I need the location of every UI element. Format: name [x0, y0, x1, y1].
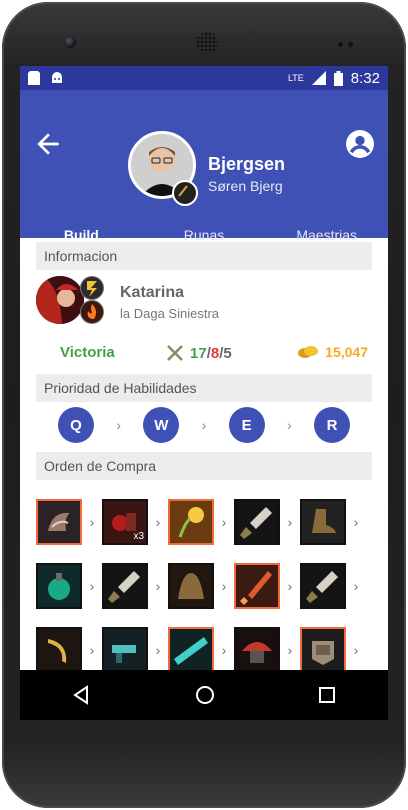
home-nav-icon[interactable] — [195, 685, 215, 705]
earpiece-speaker — [196, 32, 218, 54]
chevron-right-icon: › — [89, 514, 95, 530]
match-result: Victoria — [60, 344, 115, 361]
skill-r: R — [313, 407, 350, 443]
chevron-right-icon: › — [155, 642, 161, 658]
chevron-right-icon: › — [353, 514, 359, 530]
skill-w: W — [143, 407, 180, 443]
chevron-right-icon: › — [221, 642, 227, 658]
boots-icon[interactable] — [300, 499, 346, 545]
chevron-right-icon: › — [89, 642, 95, 658]
player-real-name: Søren Bjerg — [208, 178, 283, 194]
champion-name: Katarina — [120, 284, 185, 301]
chevron-right-icon: › — [286, 417, 292, 433]
app-screen: LTE 8:32 Bjergsen Søren Bjerg Build Runa… — [20, 66, 388, 720]
back-nav-icon[interactable] — [72, 685, 92, 705]
dagger-icon[interactable] — [36, 627, 82, 673]
kills: 17 — [190, 344, 207, 362]
sensor-dot — [348, 42, 353, 47]
build-content: Informacion Katarina la Daga Siniestra V… — [20, 238, 388, 720]
chevron-right-icon: › — [155, 514, 161, 530]
skill-q: Q — [58, 407, 94, 443]
chevron-right-icon: › — [155, 578, 161, 594]
status-bar: LTE 8:32 — [20, 66, 388, 90]
gold-earned: 15,047 — [297, 344, 368, 360]
pistol-icon[interactable] — [102, 627, 148, 673]
account-icon[interactable] — [346, 130, 374, 158]
seed-item-icon[interactable] — [168, 499, 214, 545]
chevron-right-icon: › — [201, 417, 207, 433]
ignite-spell-icon — [80, 300, 104, 324]
kda-score: 17/8/5 — [166, 344, 232, 362]
green-potion-icon[interactable] — [36, 563, 82, 609]
chevron-right-icon: › — [353, 578, 359, 594]
chevron-right-icon: › — [221, 578, 227, 594]
chevron-right-icon: › — [287, 642, 293, 658]
system-navigation — [20, 670, 388, 720]
skill-order: Q › W › E › R — [20, 402, 388, 448]
skill-e: E — [228, 407, 265, 443]
crossed-swords-icon — [167, 345, 183, 361]
assists: 5 — [223, 344, 232, 362]
signal-icon — [311, 71, 326, 85]
sd-card-icon — [28, 71, 40, 85]
armor-icon[interactable] — [300, 627, 346, 673]
player-name: Bjergsen — [208, 154, 286, 174]
summoner-spell-icon — [80, 276, 104, 300]
android-icon — [52, 72, 62, 83]
recents-nav-icon[interactable] — [318, 686, 336, 704]
section-header-skills: Prioridad de Habilidades — [36, 374, 372, 402]
crimson-blade-icon[interactable] — [234, 563, 280, 609]
chevron-right-icon: › — [116, 417, 121, 433]
gold-value: 15,047 — [325, 344, 368, 360]
deaths: 8 — [210, 344, 220, 362]
long-sword-icon[interactable] — [102, 563, 148, 609]
item-quantity: x3 — [133, 531, 144, 542]
item-row: › › › › › — [36, 554, 388, 618]
match-stats: Victoria 17/8/5 15,047 — [20, 340, 388, 370]
chevron-right-icon: › — [89, 578, 95, 594]
red-hat-icon[interactable] — [234, 627, 280, 673]
item-build-grid: › x3 › › › › › › › › › › › › › › — [20, 480, 388, 682]
potion-pack-icon[interactable]: x3 — [102, 499, 148, 545]
back-arrow-icon[interactable] — [32, 128, 64, 160]
section-header-info: Informacion — [36, 242, 372, 270]
chevron-right-icon: › — [287, 514, 293, 530]
helm-item-icon[interactable] — [36, 499, 82, 545]
battery-icon — [333, 70, 343, 86]
gold-coins-icon — [298, 346, 319, 358]
network-type: LTE — [287, 73, 304, 83]
cloak-icon[interactable] — [168, 563, 214, 609]
long-sword-icon[interactable] — [300, 563, 346, 609]
chevron-right-icon: › — [353, 642, 359, 658]
clock: 8:32 — [350, 69, 380, 87]
app-bar: Bjergsen Søren Bjerg Build Runas Maestri… — [20, 90, 388, 258]
chevron-right-icon: › — [221, 514, 227, 530]
champion-title: la Daga Siniestra — [120, 306, 219, 321]
section-header-items: Orden de Compra — [36, 452, 372, 480]
champion-card: Katarina la Daga Siniestra — [20, 270, 388, 340]
front-camera — [64, 36, 76, 48]
long-sword-icon[interactable] — [234, 499, 280, 545]
sensor-dot — [338, 42, 343, 47]
champion-portrait — [36, 276, 84, 324]
team-badge-icon — [172, 180, 198, 206]
chevron-right-icon: › — [287, 578, 293, 594]
gunblade-icon[interactable] — [168, 627, 214, 673]
item-row: › x3 › › › › — [36, 490, 388, 554]
